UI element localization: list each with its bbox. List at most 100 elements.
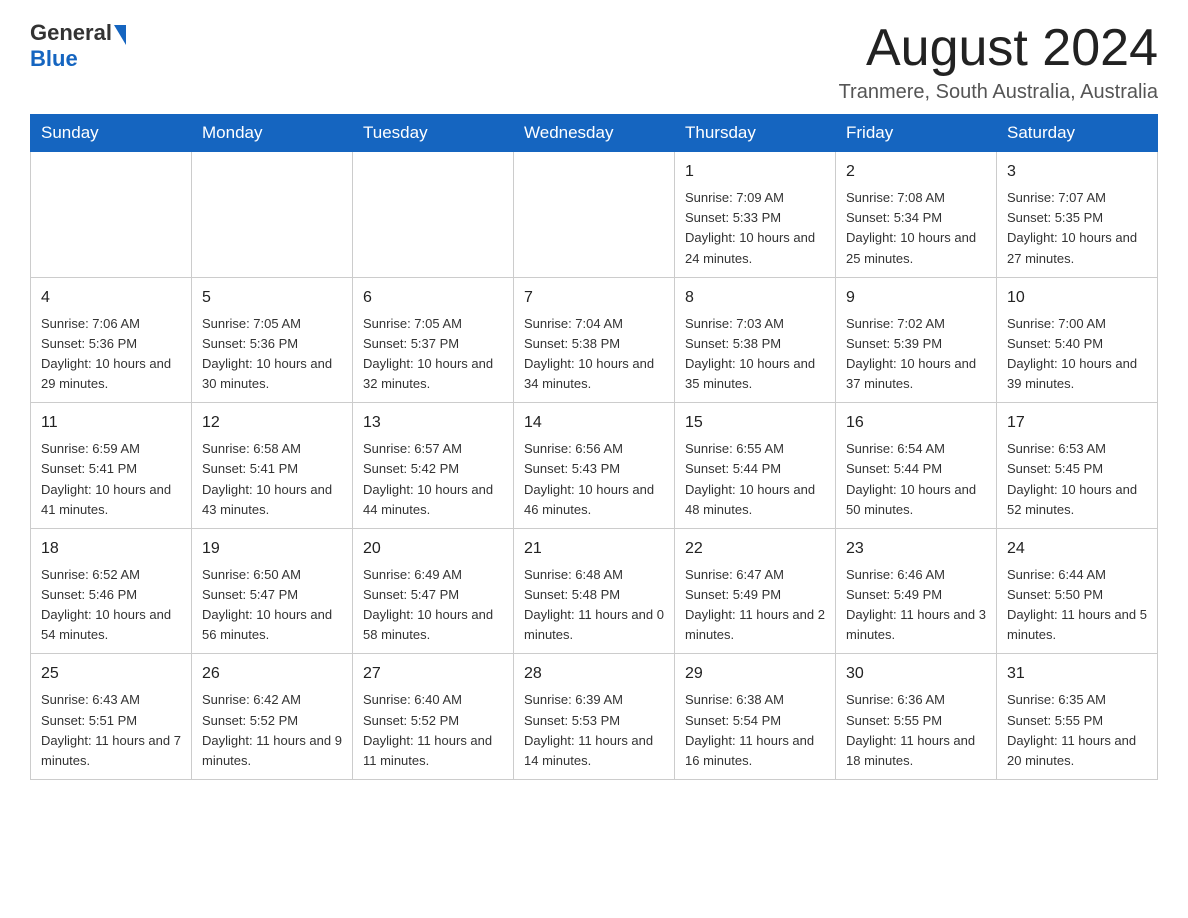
- day-info: Sunrise: 6:40 AM Sunset: 5:52 PM Dayligh…: [363, 690, 503, 771]
- calendar-table: SundayMondayTuesdayWednesdayThursdayFrid…: [30, 114, 1158, 780]
- day-info: Sunrise: 6:50 AM Sunset: 5:47 PM Dayligh…: [202, 565, 342, 646]
- day-number: 31: [1007, 662, 1147, 686]
- day-info: Sunrise: 7:05 AM Sunset: 5:36 PM Dayligh…: [202, 314, 342, 395]
- day-number: 29: [685, 662, 825, 686]
- calendar-cell: 23 Sunrise: 6:46 AM Sunset: 5:49 PM Dayli…: [836, 528, 997, 654]
- day-info: Sunrise: 6:54 AM Sunset: 5:44 PM Dayligh…: [846, 439, 986, 520]
- day-number: 28: [524, 662, 664, 686]
- weekday-header-monday: Monday: [192, 115, 353, 152]
- day-info: Sunrise: 6:35 AM Sunset: 5:55 PM Dayligh…: [1007, 690, 1147, 771]
- calendar-cell: 24 Sunrise: 6:44 AM Sunset: 5:50 PM Dayli…: [997, 528, 1158, 654]
- day-number: 19: [202, 537, 342, 561]
- calendar-cell: 14 Sunrise: 6:56 AM Sunset: 5:43 PM Dayli…: [514, 403, 675, 529]
- calendar-cell: 20Sunrise: 6:49 AM Sunset: 5:47 PM Dayli…: [353, 528, 514, 654]
- calendar-cell: 15Sunrise: 6:55 AM Sunset: 5:44 PM Dayli…: [675, 403, 836, 529]
- day-info: Sunrise: 6:57 AM Sunset: 5:42 PM Dayligh…: [363, 439, 503, 520]
- day-info: Sunrise: 7:07 AM Sunset: 5:35 PM Dayligh…: [1007, 188, 1147, 269]
- day-info: Sunrise: 6:42 AM Sunset: 5:52 PM Dayligh…: [202, 690, 342, 771]
- day-number: 5: [202, 286, 342, 310]
- day-number: 15: [685, 411, 825, 435]
- calendar-cell: 29 Sunrise: 6:38 AM Sunset: 5:54 PM Dayli…: [675, 654, 836, 780]
- calendar-week-3: 11 Sunrise: 6:59 AM Sunset: 5:41 PM Dayli…: [31, 403, 1158, 529]
- calendar-cell: 28Sunrise: 6:39 AM Sunset: 5:53 PM Dayli…: [514, 654, 675, 780]
- logo-blue-text: Blue: [30, 46, 78, 72]
- day-info: Sunrise: 6:47 AM Sunset: 5:49 PM Dayligh…: [685, 565, 825, 646]
- day-number: 11: [41, 411, 181, 435]
- location-label: Tranmere, South Australia, Australia: [839, 81, 1158, 104]
- weekday-header-friday: Friday: [836, 115, 997, 152]
- day-info: Sunrise: 7:04 AM Sunset: 5:38 PM Dayligh…: [524, 314, 664, 395]
- calendar-cell: 11 Sunrise: 6:59 AM Sunset: 5:41 PM Dayli…: [31, 403, 192, 529]
- day-number: 26: [202, 662, 342, 686]
- day-number: 10: [1007, 286, 1147, 310]
- day-number: 23: [846, 537, 986, 561]
- day-number: 4: [41, 286, 181, 310]
- day-number: 8: [685, 286, 825, 310]
- logo-triangle-icon: [114, 25, 126, 45]
- calendar-cell: 3 Sunrise: 7:07 AM Sunset: 5:35 PM Daylig…: [997, 152, 1158, 278]
- day-info: Sunrise: 7:09 AM Sunset: 5:33 PM Dayligh…: [685, 188, 825, 269]
- day-info: Sunrise: 6:38 AM Sunset: 5:54 PM Dayligh…: [685, 690, 825, 771]
- day-number: 12: [202, 411, 342, 435]
- day-info: Sunrise: 7:05 AM Sunset: 5:37 PM Dayligh…: [363, 314, 503, 395]
- day-info: Sunrise: 6:49 AM Sunset: 5:47 PM Dayligh…: [363, 565, 503, 646]
- calendar-cell: 7 Sunrise: 7:04 AM Sunset: 5:38 PM Daylig…: [514, 277, 675, 403]
- calendar-cell: 31 Sunrise: 6:35 AM Sunset: 5:55 PM Dayli…: [997, 654, 1158, 780]
- weekday-header-wednesday: Wednesday: [514, 115, 675, 152]
- day-info: Sunrise: 6:43 AM Sunset: 5:51 PM Dayligh…: [41, 690, 181, 771]
- day-number: 9: [846, 286, 986, 310]
- day-number: 7: [524, 286, 664, 310]
- calendar-cell: 27 Sunrise: 6:40 AM Sunset: 5:52 PM Dayli…: [353, 654, 514, 780]
- calendar-cell: 17 Sunrise: 6:53 AM Sunset: 5:45 PM Dayli…: [997, 403, 1158, 529]
- day-number: 17: [1007, 411, 1147, 435]
- day-number: 25: [41, 662, 181, 686]
- day-info: Sunrise: 6:59 AM Sunset: 5:41 PM Dayligh…: [41, 439, 181, 520]
- calendar-cell: 6 Sunrise: 7:05 AM Sunset: 5:37 PM Daylig…: [353, 277, 514, 403]
- calendar-week-2: 4 Sunrise: 7:06 AM Sunset: 5:36 PM Daylig…: [31, 277, 1158, 403]
- day-info: Sunrise: 6:36 AM Sunset: 5:55 PM Dayligh…: [846, 690, 986, 771]
- calendar-body: 1 Sunrise: 7:09 AM Sunset: 5:33 PM Daylig…: [31, 152, 1158, 780]
- title-area: August 2024 Tranmere, South Australia, A…: [839, 20, 1158, 104]
- day-number: 6: [363, 286, 503, 310]
- calendar-cell: 26 Sunrise: 6:42 AM Sunset: 5:52 PM Dayli…: [192, 654, 353, 780]
- weekday-header-row: SundayMondayTuesdayWednesdayThursdayFrid…: [31, 115, 1158, 152]
- day-number: 21: [524, 537, 664, 561]
- month-title: August 2024: [839, 20, 1158, 77]
- calendar-cell: 2Sunrise: 7:08 AM Sunset: 5:34 PM Daylig…: [836, 152, 997, 278]
- calendar-week-5: 25 Sunrise: 6:43 AM Sunset: 5:51 PM Dayli…: [31, 654, 1158, 780]
- logo: General Blue: [30, 20, 126, 72]
- calendar-cell: 9 Sunrise: 7:02 AM Sunset: 5:39 PM Daylig…: [836, 277, 997, 403]
- day-info: Sunrise: 7:03 AM Sunset: 5:38 PM Dayligh…: [685, 314, 825, 395]
- calendar-cell: 10 Sunrise: 7:00 AM Sunset: 5:40 PM Dayli…: [997, 277, 1158, 403]
- day-number: 24: [1007, 537, 1147, 561]
- day-number: 27: [363, 662, 503, 686]
- logo-general-text: General: [30, 20, 112, 46]
- day-number: 1: [685, 160, 825, 184]
- day-info: Sunrise: 7:02 AM Sunset: 5:39 PM Dayligh…: [846, 314, 986, 395]
- day-info: Sunrise: 6:44 AM Sunset: 5:50 PM Dayligh…: [1007, 565, 1147, 646]
- calendar-cell: [514, 152, 675, 278]
- day-number: 16: [846, 411, 986, 435]
- calendar-cell: 5 Sunrise: 7:05 AM Sunset: 5:36 PM Daylig…: [192, 277, 353, 403]
- weekday-header-sunday: Sunday: [31, 115, 192, 152]
- calendar-week-4: 18Sunrise: 6:52 AM Sunset: 5:46 PM Dayli…: [31, 528, 1158, 654]
- calendar-week-1: 1 Sunrise: 7:09 AM Sunset: 5:33 PM Daylig…: [31, 152, 1158, 278]
- day-info: Sunrise: 7:06 AM Sunset: 5:36 PM Dayligh…: [41, 314, 181, 395]
- day-number: 3: [1007, 160, 1147, 184]
- day-info: Sunrise: 6:48 AM Sunset: 5:48 PM Dayligh…: [524, 565, 664, 646]
- calendar-cell: 16 Sunrise: 6:54 AM Sunset: 5:44 PM Dayli…: [836, 403, 997, 529]
- weekday-header-saturday: Saturday: [997, 115, 1158, 152]
- day-info: Sunrise: 6:56 AM Sunset: 5:43 PM Dayligh…: [524, 439, 664, 520]
- day-info: Sunrise: 6:53 AM Sunset: 5:45 PM Dayligh…: [1007, 439, 1147, 520]
- day-number: 13: [363, 411, 503, 435]
- calendar-cell: 4 Sunrise: 7:06 AM Sunset: 5:36 PM Daylig…: [31, 277, 192, 403]
- page-header: General Blue August 2024 Tranmere, South…: [30, 20, 1158, 104]
- day-info: Sunrise: 6:46 AM Sunset: 5:49 PM Dayligh…: [846, 565, 986, 646]
- day-number: 18: [41, 537, 181, 561]
- day-info: Sunrise: 7:00 AM Sunset: 5:40 PM Dayligh…: [1007, 314, 1147, 395]
- calendar-cell: 1 Sunrise: 7:09 AM Sunset: 5:33 PM Daylig…: [675, 152, 836, 278]
- day-number: 14: [524, 411, 664, 435]
- calendar-cell: 13 Sunrise: 6:57 AM Sunset: 5:42 PM Dayli…: [353, 403, 514, 529]
- weekday-header-tuesday: Tuesday: [353, 115, 514, 152]
- calendar-cell: 25 Sunrise: 6:43 AM Sunset: 5:51 PM Dayli…: [31, 654, 192, 780]
